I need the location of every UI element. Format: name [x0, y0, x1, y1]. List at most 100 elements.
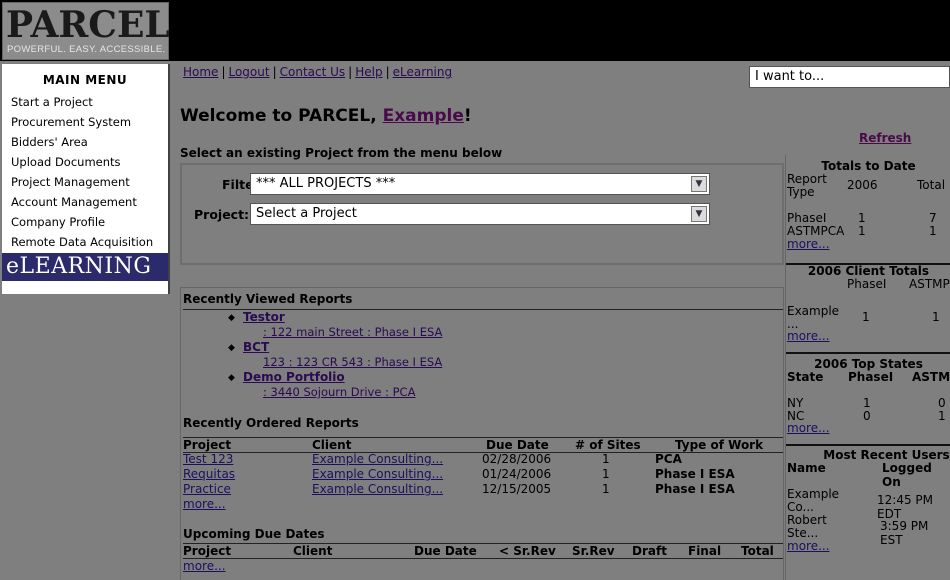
menu-item-account-management[interactable]: Account Management [2, 192, 168, 212]
logout-link[interactable]: Logout [228, 65, 269, 79]
link-separator: | [221, 65, 226, 79]
chevron-down-icon[interactable]: ▼ [691, 206, 707, 222]
ordered-project-link[interactable]: Practice [183, 482, 231, 496]
menu-item-upload-documents[interactable]: Upload Documents [2, 152, 168, 172]
top-states-title: 2006 Top States [814, 357, 923, 371]
menu-item-remote-data-acquisition[interactable]: Remote Data Acquisition [2, 232, 168, 252]
select-project-instruction: Select an existing Project from the menu… [180, 146, 503, 160]
recently-viewed-title: Recently Viewed Reports [183, 292, 353, 306]
bullet-icon: ◆ [228, 343, 235, 353]
totals-total-value: 1 [929, 224, 937, 238]
column-header: < Sr.Rev [499, 544, 556, 558]
user-name-cont: Ste... [787, 526, 819, 540]
client-phase1-value: 1 [862, 310, 870, 324]
bullet-icon: ◆ [228, 313, 235, 323]
column-header: Project [183, 438, 232, 452]
recent-report-address[interactable]: 123 : 123 CR 543 : Phase I ESA [263, 355, 442, 369]
recent-report-link[interactable]: BCT [243, 340, 269, 354]
project-select[interactable]: Select a Project ▼ [250, 203, 710, 225]
ordered-due-date: 12/15/2005 [482, 482, 552, 496]
ordered-client-link[interactable]: Example Consulting... [312, 452, 443, 466]
totals-total-value: 7 [929, 211, 937, 225]
ordered-client-link[interactable]: Example Consulting... [312, 467, 443, 481]
users-more-link[interactable]: more... [787, 539, 830, 553]
logo-tagline: POWERFUL. EASY. ACCESSIBLE. [7, 44, 166, 55]
client-astm-value: 1 [932, 310, 940, 324]
totals-head-report: Report [787, 172, 827, 186]
menu-item-procurement-system[interactable]: Procurement System [2, 112, 168, 132]
ordered-project-link[interactable]: Test 123 [183, 452, 233, 466]
users-header: Name [787, 461, 826, 475]
bullet-icon: ◆ [228, 373, 235, 383]
recent-report-address[interactable]: : 122 main Street : Phase I ESA [263, 325, 442, 339]
ordered-work-type: Phase I ESA [655, 482, 735, 496]
link-separator: | [385, 65, 390, 79]
logo-name: PARCEL [6, 4, 170, 46]
recent-users-title: Most Recent Users [823, 448, 950, 462]
state-phase1: 0 [863, 409, 871, 423]
state-astm: 0 [938, 396, 946, 410]
user-name: Example [787, 487, 840, 501]
states-more-link[interactable]: more... [787, 421, 830, 435]
menu-item-company-profile[interactable]: Company Profile [2, 212, 168, 232]
state-code: NY [787, 396, 804, 410]
recently-ordered-title: Recently Ordered Reports [183, 416, 359, 430]
states-header: State [787, 370, 824, 384]
user-name-cont: Co... [787, 500, 814, 514]
contact-us-link[interactable]: Contact Us [280, 65, 346, 79]
user-name: Robert [787, 513, 827, 527]
i-want-to-input[interactable]: I want to... [749, 66, 950, 88]
menu-item-bidders-area[interactable]: Bidders' Area [2, 132, 168, 152]
state-phase1: 1 [863, 396, 871, 410]
column-header: Project [183, 544, 232, 558]
user-name-link[interactable]: Example [383, 106, 464, 126]
recent-report-address[interactable]: : 3440 Sojourn Drive : PCA [263, 385, 415, 399]
top-links: Home | Logout | Contact Us | Help | eLearning [183, 65, 452, 79]
main-menu: MAIN MENU Start a Project Procurement Sy… [2, 64, 170, 294]
ordered-project-link[interactable]: Requitas [183, 467, 235, 481]
client-totals-more-link[interactable]: more... [787, 329, 830, 343]
upcoming-more-link[interactable]: more... [183, 559, 226, 573]
divider [183, 558, 783, 559]
user-logged-time: 3:59 PM EST [880, 519, 929, 547]
upcoming-due-title: Upcoming Due Dates [183, 527, 325, 541]
totals-type: PhaseI [787, 211, 827, 225]
link-separator: | [348, 65, 353, 79]
ordered-site-count: 1 [602, 467, 610, 481]
chevron-down-icon[interactable]: ▼ [691, 176, 707, 192]
state-astm: 1 [938, 409, 946, 423]
totals-year-value: 1 [858, 224, 866, 238]
totals-head-type: Type [787, 185, 815, 199]
client-name: Example [787, 304, 840, 318]
ordered-more-link[interactable]: more... [183, 497, 226, 511]
elearning-link[interactable]: eLearning [393, 65, 452, 79]
refresh-link[interactable]: Refresh [859, 131, 911, 145]
recent-report-link[interactable]: Demo Portfolio [243, 370, 345, 384]
column-header: Final [688, 544, 722, 558]
menu-item-start-project[interactable]: Start a Project [2, 92, 168, 112]
project-filter-panel: Filter: *** ALL PROJECTS *** ▼ Project: … [180, 163, 784, 265]
parcel-logo[interactable]: PARCEL POWERFUL. EASY. ACCESSIBLE. [2, 2, 170, 60]
link-separator: | [272, 65, 277, 79]
filter-select[interactable]: *** ALL PROJECTS *** ▼ [250, 173, 710, 195]
elearning-banner[interactable]: eLEARNING [2, 253, 168, 281]
menu-item-project-management[interactable]: Project Management [2, 172, 168, 192]
recent-report-link[interactable]: Testor [243, 310, 285, 324]
ordered-work-type: Phase I ESA [655, 467, 735, 481]
totals-year-value: 1 [858, 211, 866, 225]
project-label: Project: [194, 207, 250, 222]
column-header: Sr.Rev [572, 544, 615, 558]
help-link[interactable]: Help [355, 65, 382, 79]
project-value: Select a Project [256, 206, 357, 221]
ordered-site-count: 1 [602, 482, 610, 496]
totals-head-total: Total [917, 178, 946, 192]
filter-value: *** ALL PROJECTS *** [256, 176, 396, 191]
ordered-due-date: 02/28/2006 [482, 452, 552, 466]
ordered-client-link[interactable]: Example Consulting... [312, 482, 443, 496]
totals-title: Totals to Date [821, 159, 916, 173]
totals-more-link[interactable]: more... [787, 237, 830, 251]
main-menu-title: MAIN MENU [42, 73, 128, 87]
client-totals-header: ASTMPC [909, 277, 950, 291]
home-link[interactable]: Home [183, 65, 218, 79]
client-totals-header: PhaseI [847, 277, 887, 291]
